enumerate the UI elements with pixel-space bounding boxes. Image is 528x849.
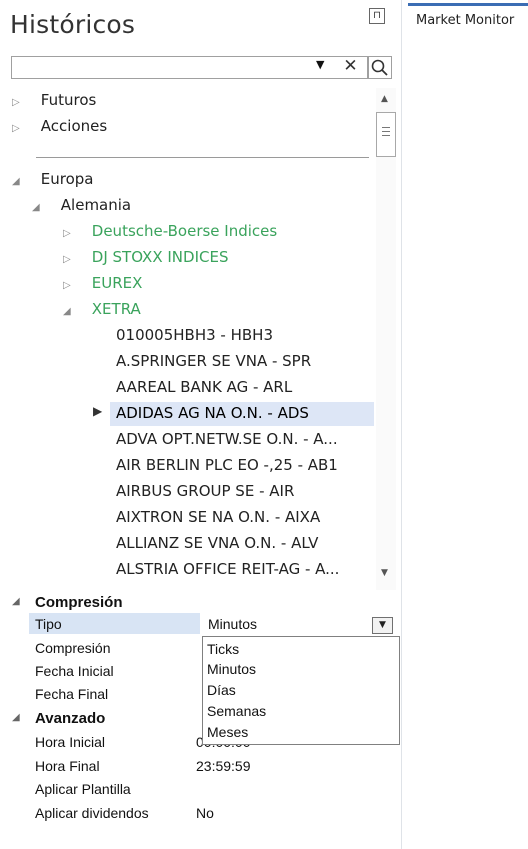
search-icon xyxy=(371,59,388,76)
scroll-up-icon[interactable]: ▲ xyxy=(381,94,388,104)
tree-scrollbar[interactable] xyxy=(376,88,396,590)
hora-final-label: Hora Final xyxy=(35,758,100,774)
tree-node-market[interactable]: ▷ DJ STOXX INDICES xyxy=(63,248,228,266)
tree-node-futuros[interactable]: ▷ Futuros xyxy=(12,91,96,109)
tipo-dropdown-button[interactable]: ▼ xyxy=(372,617,393,634)
category-avanzado: Avanzado xyxy=(35,710,106,727)
symbol-item[interactable]: AAREAL BANK AG - ARL xyxy=(116,378,292,396)
dropdown-option[interactable]: Semanas xyxy=(207,703,266,719)
collapse-icon[interactable]: ◢ xyxy=(12,176,24,187)
symbol-item[interactable]: AIR BERLIN PLC EO -,25 - AB1 xyxy=(116,456,338,474)
dropdown-option[interactable]: Días xyxy=(207,682,236,698)
fecha-final-label: Fecha Final xyxy=(35,686,109,702)
tree-node-market[interactable]: ▷ Deutsche-Boerse Indices xyxy=(63,222,277,240)
current-row-arrow-icon: ▶ xyxy=(93,404,103,418)
aplicar-dividendos-label: Aplicar dividendos xyxy=(35,805,149,821)
collapse-icon[interactable]: ◢ xyxy=(12,712,20,723)
panel-divider xyxy=(401,0,402,849)
symbol-item[interactable]: AIRBUS GROUP SE - AIR xyxy=(116,482,294,500)
symbol-item[interactable]: ALSTRIA OFFICE REIT-AG - A... xyxy=(116,560,339,578)
tree-node-acciones[interactable]: ▷ Acciones xyxy=(12,117,107,135)
hora-final-value[interactable]: 23:59:59 xyxy=(196,758,251,774)
search-button[interactable] xyxy=(368,56,392,79)
aplicar-dividendos-value[interactable]: No xyxy=(196,805,214,821)
tree-node-europa[interactable]: ◢ Europa xyxy=(12,170,94,188)
scrollbar-thumb[interactable] xyxy=(376,112,396,157)
expand-icon[interactable]: ▷ xyxy=(63,280,75,291)
symbol-item-selected[interactable]: ADIDAS AG NA O.N. - ADS xyxy=(116,404,309,422)
tree-node-alemania[interactable]: ◢ Alemania xyxy=(32,196,131,214)
tree-node-market[interactable]: ▷ EUREX xyxy=(63,274,142,292)
hora-inicial-label: Hora Inicial xyxy=(35,734,106,750)
tipo-label: Tipo xyxy=(35,616,62,632)
tree-separator xyxy=(36,157,369,158)
symbol-item[interactable]: ADVA OPT.NETW.SE O.N. - A... xyxy=(116,430,338,448)
search-dropdown-icon[interactable]: ▼ xyxy=(316,58,324,71)
collapse-icon[interactable]: ◢ xyxy=(63,306,75,317)
scroll-down-icon[interactable]: ▼ xyxy=(381,568,388,578)
symbol-item[interactable]: 010005HBH3 - HBH3 xyxy=(116,326,273,344)
dropdown-option[interactable]: Minutos xyxy=(207,661,256,677)
tree-node-market[interactable]: ◢ XETRA xyxy=(63,300,141,318)
tipo-value[interactable]: Minutos xyxy=(208,616,257,632)
symbol-item[interactable]: ALLIANZ SE VNA O.N. - ALV xyxy=(116,534,318,552)
pin-icon[interactable]: ⊓ xyxy=(369,8,385,24)
expand-icon[interactable]: ▷ xyxy=(63,254,75,265)
expand-icon[interactable]: ▷ xyxy=(63,228,75,239)
aplicar-plantilla-label: Aplicar Plantilla xyxy=(35,781,131,797)
collapse-icon[interactable]: ◢ xyxy=(12,596,20,607)
chevron-down-icon: ▼ xyxy=(379,620,386,630)
symbol-item[interactable]: AIXTRON SE NA O.N. - AIXA xyxy=(116,508,320,526)
tipo-dropdown-list: Ticks Minutos Días Semanas Meses xyxy=(202,636,400,745)
search-input[interactable] xyxy=(11,56,368,79)
compresion-label: Compresión xyxy=(35,640,111,656)
dropdown-option[interactable]: Ticks xyxy=(207,641,239,657)
category-compresion: Compresión xyxy=(35,594,123,611)
expand-icon[interactable]: ▷ xyxy=(12,97,24,108)
dropdown-option[interactable]: Meses xyxy=(207,724,248,740)
collapse-icon[interactable]: ◢ xyxy=(32,202,44,213)
market-monitor-tab[interactable]: Market Monitor xyxy=(416,13,514,28)
symbol-item[interactable]: A.SPRINGER SE VNA - SPR xyxy=(116,352,311,370)
clear-search-button[interactable]: ✕ xyxy=(340,56,361,77)
market-monitor-tab-indicator xyxy=(408,3,528,6)
fecha-inicial-label: Fecha Inicial xyxy=(35,663,114,679)
page-title: Históricos xyxy=(10,10,136,39)
expand-icon[interactable]: ▷ xyxy=(12,123,24,134)
